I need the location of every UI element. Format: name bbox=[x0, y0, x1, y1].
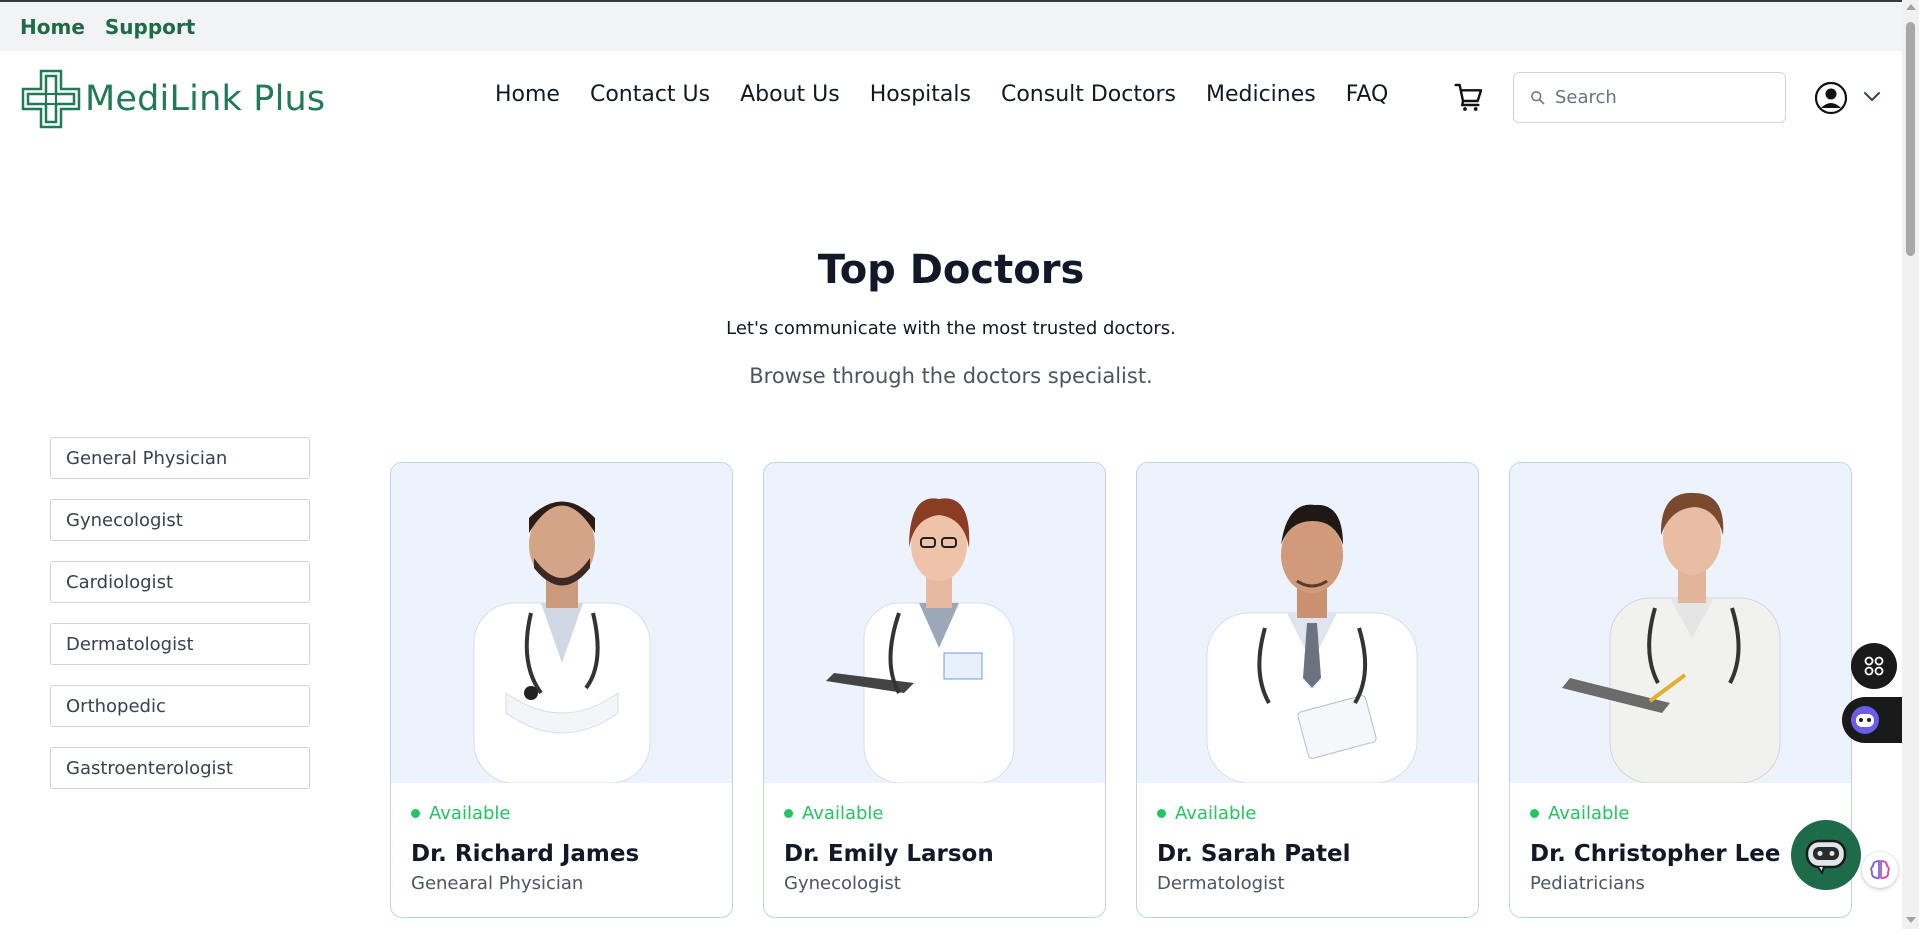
topbar-home-link[interactable]: Home bbox=[20, 15, 85, 39]
filter-general-physician[interactable]: General Physician bbox=[50, 437, 310, 479]
doctor-name: Dr. Christopher Lee bbox=[1530, 841, 1781, 867]
brand-logo[interactable]: MediLink Plus bbox=[19, 67, 325, 131]
availability-status: Available bbox=[1157, 803, 1458, 824]
status-dot-icon bbox=[1530, 809, 1539, 818]
scrollbar-thumb[interactable] bbox=[1906, 22, 1915, 256]
apps-grid-icon bbox=[1864, 656, 1884, 676]
doctor-photo bbox=[764, 463, 1105, 783]
doctor-specialty: Pediatricians bbox=[1530, 873, 1645, 894]
availability-status: Available bbox=[1530, 803, 1831, 824]
brand-name: MediLink Plus bbox=[85, 79, 326, 119]
status-dot-icon bbox=[411, 809, 420, 818]
filter-dermatologist[interactable]: Dermatologist bbox=[50, 623, 310, 665]
doctor-portrait-image bbox=[826, 498, 1015, 783]
doctor-portrait-image bbox=[1206, 504, 1418, 783]
availability-label: Available bbox=[1548, 803, 1630, 824]
vertical-scrollbar[interactable] bbox=[1902, 0, 1919, 929]
scroll-down-arrow-icon[interactable] bbox=[1906, 917, 1916, 923]
doctor-name: Dr. Emily Larson bbox=[784, 841, 994, 867]
doctor-photo bbox=[1137, 463, 1478, 783]
assistant-bot-button[interactable] bbox=[1842, 697, 1902, 743]
chatbot-launcher-button[interactable] bbox=[1791, 820, 1861, 890]
doctor-photo bbox=[391, 463, 732, 783]
status-dot-icon bbox=[784, 809, 793, 818]
filter-orthopedic[interactable]: Orthopedic bbox=[50, 685, 310, 727]
filter-cardiologist[interactable]: Cardiologist bbox=[50, 561, 310, 603]
doctor-card[interactable]: Available Dr. Emily Larson Gynecologist bbox=[763, 462, 1106, 918]
doctor-portrait-image bbox=[473, 501, 651, 783]
search-input[interactable] bbox=[1555, 87, 1765, 108]
nav-home[interactable]: Home bbox=[495, 82, 560, 107]
nav-contact-us[interactable]: Contact Us bbox=[590, 82, 710, 107]
specialty-filter-list: General Physician Gynecologist Cardiolog… bbox=[50, 437, 310, 789]
chevron-down-icon[interactable] bbox=[1862, 89, 1882, 105]
nav-hospitals[interactable]: Hospitals bbox=[870, 82, 971, 107]
chat-bot-icon bbox=[1805, 839, 1847, 875]
filter-gynecologist[interactable]: Gynecologist bbox=[50, 499, 310, 541]
doctor-specialty: Genearal Physician bbox=[411, 873, 584, 894]
doctor-card[interactable]: Available Dr. Richard James Genearal Phy… bbox=[390, 462, 733, 918]
main-header: MediLink Plus Home Contact Us About Us H… bbox=[0, 51, 1902, 145]
medical-cross-logo-icon bbox=[21, 69, 81, 129]
page-title: Top Doctors bbox=[817, 247, 1085, 293]
page-subtitle-secondary: Browse through the doctors specialist. bbox=[749, 364, 1153, 388]
page-subtitle: Let's communicate with the most trusted … bbox=[726, 318, 1176, 339]
availability-label: Available bbox=[802, 803, 884, 824]
doctor-specialty: Dermatologist bbox=[1157, 873, 1285, 894]
availability-label: Available bbox=[1175, 803, 1257, 824]
bot-icon bbox=[1851, 706, 1879, 734]
apps-grid-button[interactable] bbox=[1851, 643, 1897, 689]
availability-status: Available bbox=[411, 803, 712, 824]
filter-gastroenterologist[interactable]: Gastroenterologist bbox=[50, 747, 310, 789]
search-box[interactable] bbox=[1513, 72, 1786, 123]
status-dot-icon bbox=[1157, 809, 1166, 818]
nav-consult-doctors[interactable]: Consult Doctors bbox=[1001, 82, 1176, 107]
doctor-card[interactable]: Available Dr. Sarah Patel Dermatologist bbox=[1136, 462, 1479, 918]
doctor-name: Dr. Sarah Patel bbox=[1157, 841, 1351, 867]
doctor-name: Dr. Richard James bbox=[411, 841, 640, 867]
brain-icon bbox=[1870, 860, 1890, 880]
doctor-card-grid: Available Dr. Richard James Genearal Phy… bbox=[390, 462, 1852, 918]
doctor-photo bbox=[1510, 463, 1851, 783]
topbar-support-link[interactable]: Support bbox=[105, 15, 195, 39]
cart-icon[interactable] bbox=[1453, 81, 1485, 113]
brain-widget-button[interactable] bbox=[1862, 852, 1898, 888]
main-nav: Home Contact Us About Us Hospitals Consu… bbox=[495, 82, 1388, 107]
nav-faq[interactable]: FAQ bbox=[1346, 82, 1389, 107]
user-avatar-icon[interactable] bbox=[1814, 81, 1848, 115]
nav-about-us[interactable]: About Us bbox=[740, 82, 840, 107]
top-utility-bar: Home Support bbox=[0, 0, 1902, 51]
doctor-portrait-image bbox=[1562, 492, 1781, 783]
nav-medicines[interactable]: Medicines bbox=[1206, 82, 1316, 107]
scroll-up-arrow-icon[interactable] bbox=[1906, 4, 1916, 10]
search-icon bbox=[1531, 91, 1545, 105]
availability-label: Available bbox=[429, 803, 511, 824]
availability-status: Available bbox=[784, 803, 1085, 824]
doctor-specialty: Gynecologist bbox=[784, 873, 901, 894]
